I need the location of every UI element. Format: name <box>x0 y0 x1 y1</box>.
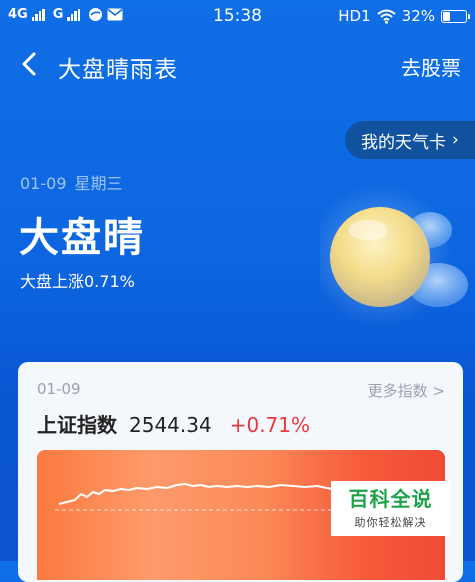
status-right: HD1 32% <box>338 7 470 25</box>
header: 大盘晴雨表 去股票 <box>0 40 475 90</box>
go-stocks-link[interactable]: 去股票 <box>401 52 461 81</box>
price-line <box>58 483 334 505</box>
market-change-description: 大盘上涨0.71% <box>20 272 135 291</box>
weekday: 星期三 <box>74 174 123 193</box>
market-weather-status: 大盘晴 <box>19 215 145 261</box>
my-weather-card-button[interactable]: 我的天气卡 › <box>345 121 475 159</box>
index-summary: 上证指数 2544.34 +0.71% <box>37 409 310 438</box>
date-line: 01-09 星期三 <box>20 170 123 194</box>
index-name: 上证指数 <box>37 413 117 437</box>
index-change: +0.71% <box>229 413 311 437</box>
page-title: 大盘晴雨表 <box>58 57 178 83</box>
more-index-link[interactable]: 更多指数 > <box>368 380 445 401</box>
watermark-subtitle: 助你轻松解决 <box>354 515 427 529</box>
battery-icon <box>441 9 470 23</box>
card-date: 01-09 <box>37 380 81 398</box>
watermark-title: 百科全说 <box>348 486 433 511</box>
sun-illustration <box>320 185 468 327</box>
watermark-logo: 百科全说 助你轻松解决 <box>331 481 450 536</box>
chevron-right-icon: › <box>452 130 459 150</box>
my-weather-card-label: 我的天气卡 <box>361 132 446 153</box>
index-card[interactable]: 01-09 更多指数 > 上证指数 2544.34 +0.71% <box>18 362 463 582</box>
index-value: 2544.34 <box>129 413 212 437</box>
battery-percent: 32% <box>401 7 435 25</box>
date: 01-09 <box>20 174 67 193</box>
status-bar: 4G G 15:38 HD1 32% <box>0 0 475 34</box>
hd-indicator: HD1 <box>338 7 371 25</box>
wifi-icon <box>377 9 396 24</box>
back-arrow-icon[interactable] <box>16 50 44 78</box>
